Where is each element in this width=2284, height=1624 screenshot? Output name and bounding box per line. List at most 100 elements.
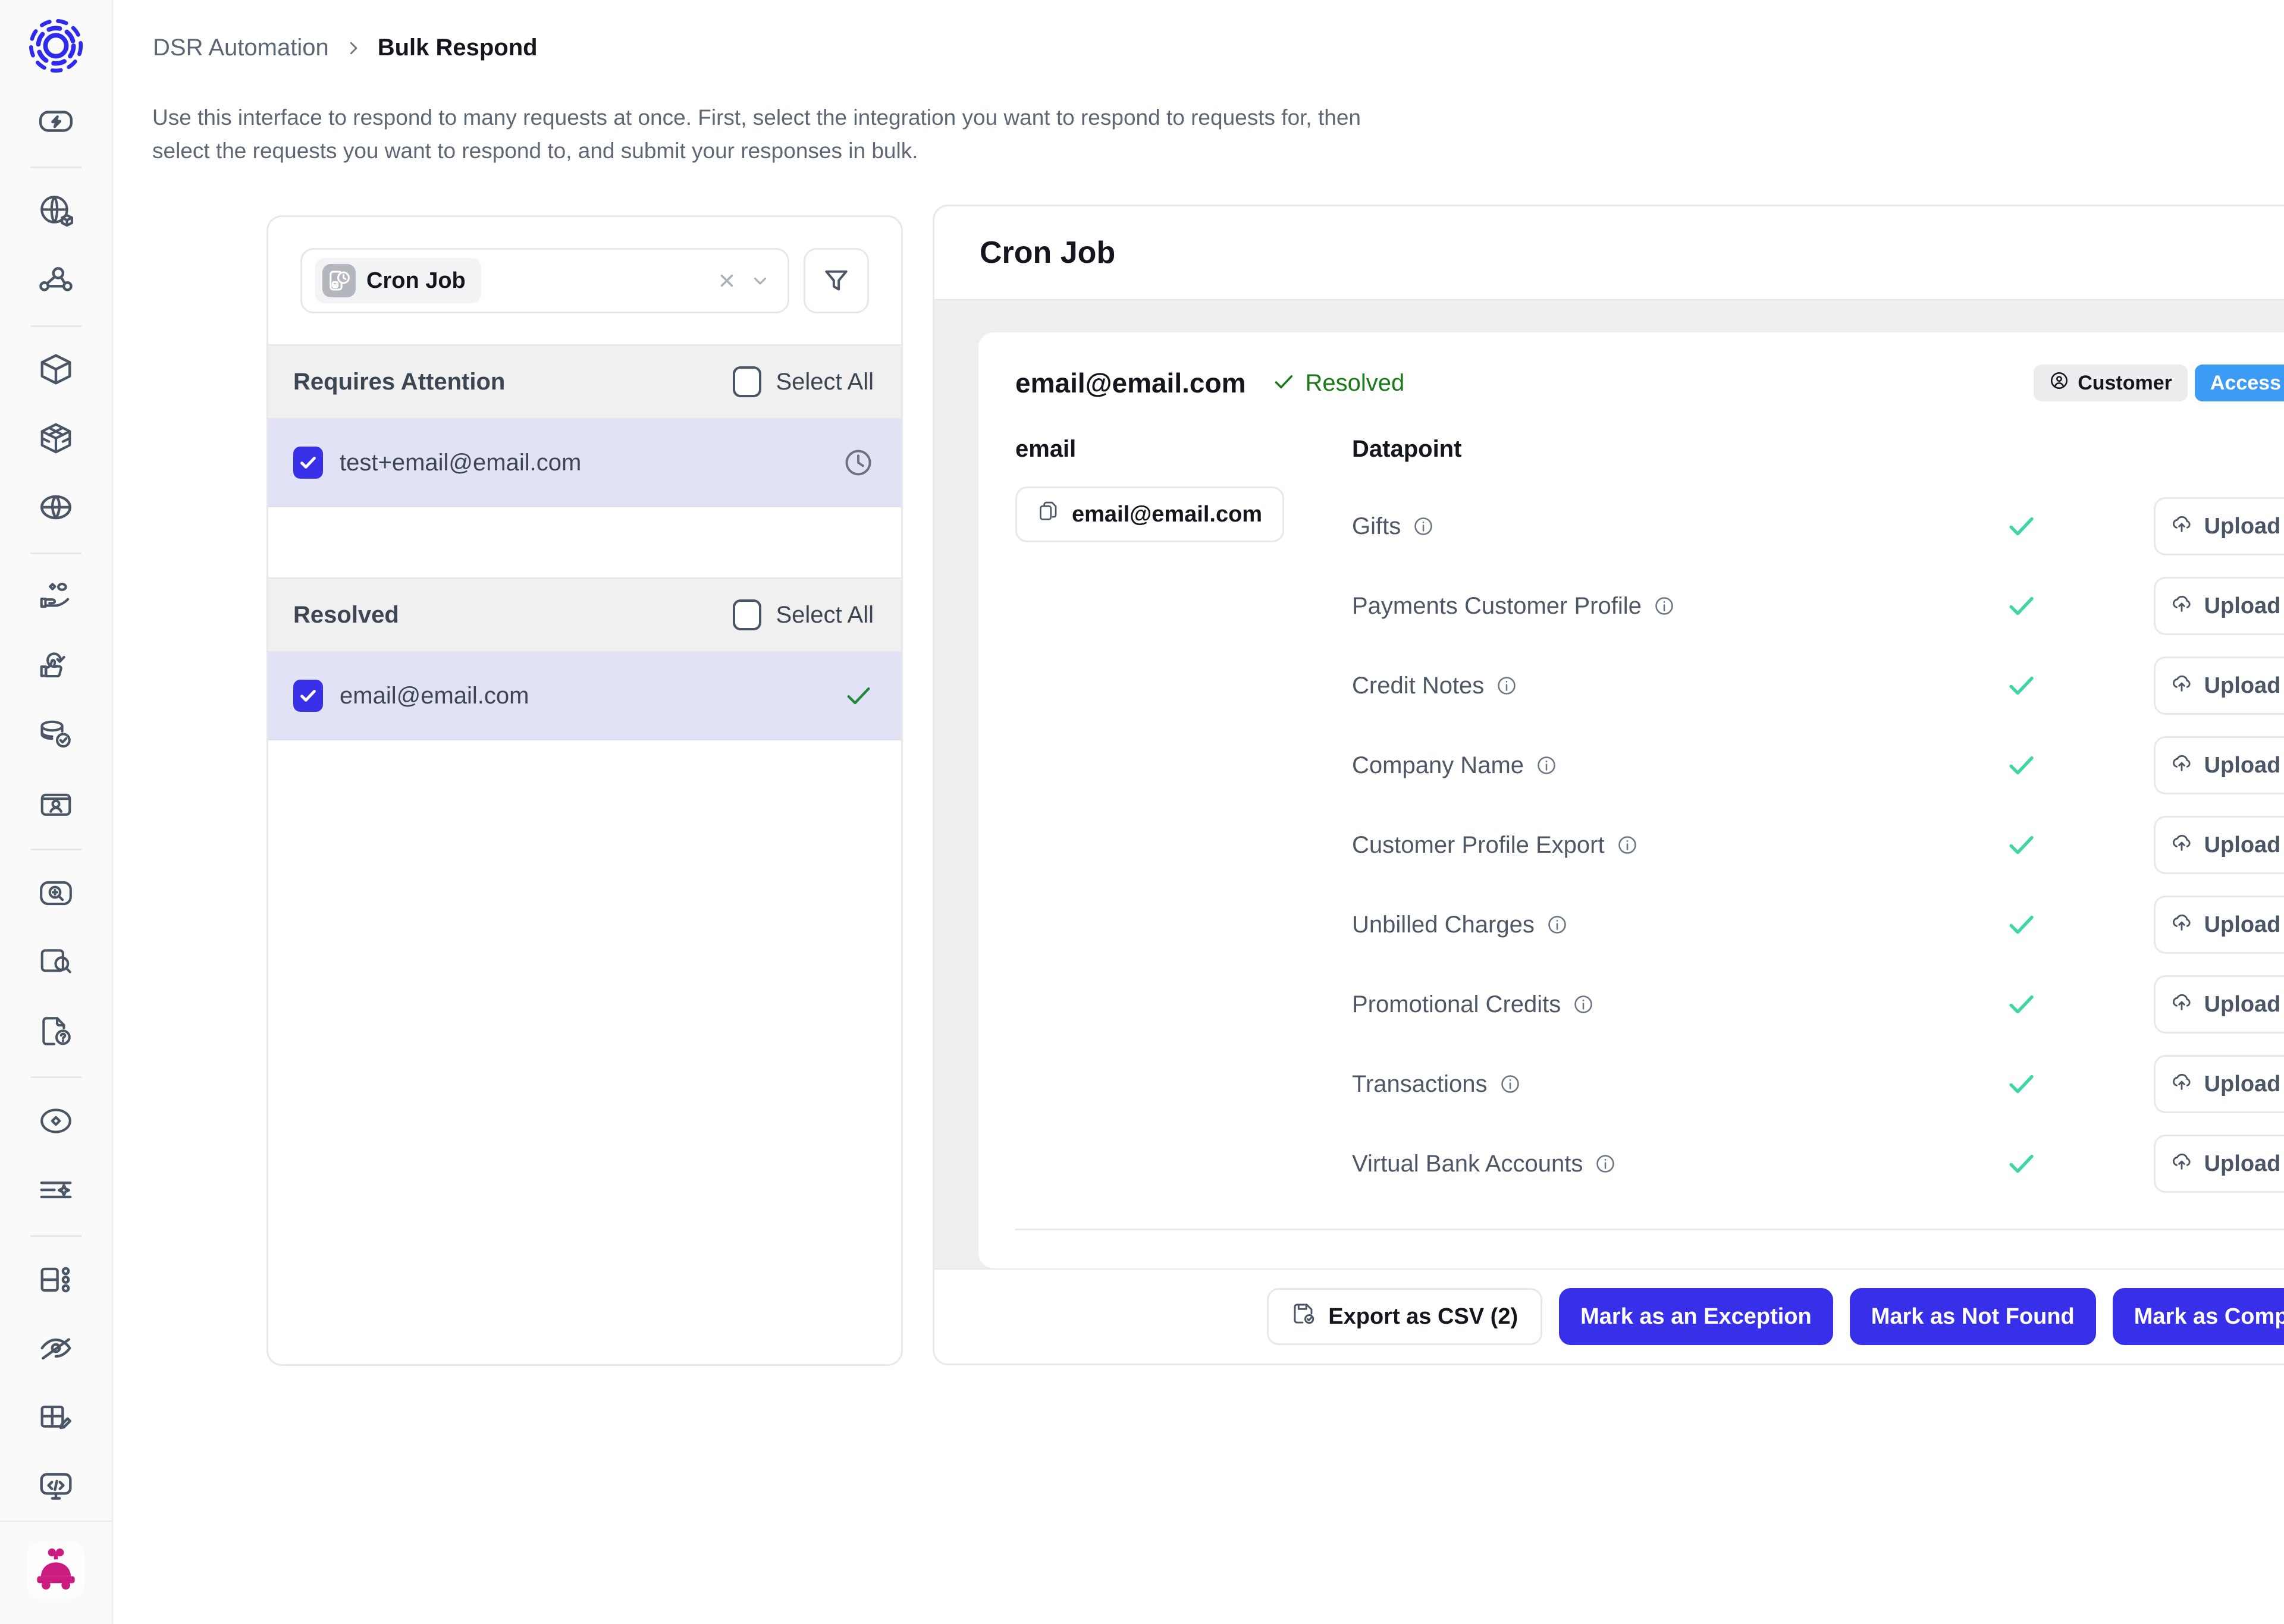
- cloud-upload-icon: [2170, 1149, 2194, 1179]
- email-chip[interactable]: email@email.com: [1015, 486, 1284, 542]
- upload-button-label: Upload: [2204, 514, 2281, 539]
- upload-button[interactable]: Upload: [2154, 497, 2284, 555]
- sidebar-item-templates[interactable]: [29, 1391, 83, 1443]
- compass-icon: [37, 1102, 74, 1139]
- cloud-upload-icon: [2170, 1069, 2194, 1099]
- upload-button[interactable]: Upload: [2154, 1055, 2284, 1113]
- info-icon[interactable]: [1573, 994, 1594, 1015]
- sidebar-item-audit[interactable]: [29, 936, 83, 988]
- upload-button[interactable]: Upload: [2154, 577, 2284, 635]
- info-icon[interactable]: [1654, 595, 1675, 617]
- cloud-upload-icon: [2170, 750, 2194, 780]
- column-header-datapoint: Datapoint: [1352, 436, 1461, 463]
- sidebar-item-activity[interactable]: [29, 95, 83, 147]
- code-monitor-icon: [37, 1468, 74, 1504]
- user-circle-icon: [2049, 370, 2069, 396]
- sidebar-item-developer[interactable]: [29, 1460, 83, 1512]
- sidebar-divider: [30, 167, 81, 168]
- mark-as-not-found-button[interactable]: Mark as Not Found: [1850, 1288, 2096, 1345]
- datapoint-status-check-icon: [2005, 590, 2154, 622]
- upload-button[interactable]: Upload: [2154, 736, 2284, 794]
- node-graph-icon: [37, 262, 74, 299]
- request-list-item[interactable]: email@email.com: [268, 652, 901, 740]
- select-all-resolved[interactable]: Select All: [733, 599, 874, 630]
- sidebar-divider: [30, 1076, 81, 1078]
- export-csv-button[interactable]: Export as CSV (2): [1267, 1288, 1542, 1345]
- sidebar-item-systems[interactable]: [29, 412, 83, 464]
- filter-button[interactable]: [804, 248, 869, 313]
- upload-button-label: Upload: [2204, 992, 2281, 1017]
- datapoint-status-check-icon: [2005, 909, 2154, 941]
- breadcrumb-current-bulk-respond: Bulk Respond: [378, 34, 538, 61]
- mark-as-exception-button[interactable]: Mark as an Exception: [1559, 1288, 1833, 1345]
- datapoint-label: Promotional Credits: [1352, 991, 1561, 1018]
- upload-button-label: Upload: [2204, 1151, 2281, 1177]
- list-filler: [268, 740, 901, 811]
- sidebar-item-masking[interactable]: [29, 1323, 83, 1375]
- datapoint-row: Transactions: [1352, 1044, 2284, 1124]
- upload-button[interactable]: Upload: [2154, 1135, 2284, 1193]
- datapoint-label: Transactions: [1352, 1071, 1488, 1098]
- datapoint-row: Credit Notes: [1352, 646, 2284, 725]
- table-header: email Datapoint: [1015, 436, 2284, 463]
- sidebar-item-approvals[interactable]: [29, 640, 83, 692]
- chevron-down-icon[interactable]: [743, 264, 777, 297]
- datapoint-label: Payments Customer Profile: [1352, 593, 1642, 620]
- info-icon[interactable]: [1595, 1153, 1616, 1174]
- sidebar-item-consent[interactable]: [29, 571, 83, 623]
- request-email: email@email.com: [340, 683, 529, 709]
- info-icon[interactable]: [1499, 1073, 1521, 1095]
- upload-button-label: Upload: [2204, 833, 2281, 858]
- sidebar-item-assistant[interactable]: [29, 1164, 83, 1216]
- record-email: email@email.com: [1015, 367, 1245, 399]
- info-icon[interactable]: [1536, 755, 1557, 776]
- upload-button[interactable]: Upload: [2154, 816, 2284, 874]
- sidebar-item-infrastructure[interactable]: [29, 1254, 83, 1306]
- datapoint-status-check-icon: [2005, 1148, 2154, 1180]
- sidebar-item-discovery[interactable]: [29, 867, 83, 919]
- sidebar-item-requests[interactable]: [29, 1005, 83, 1057]
- upload-button[interactable]: Upload: [2154, 896, 2284, 954]
- datapoint-label-wrap: Credit Notes: [1352, 673, 1517, 699]
- upload-button[interactable]: Upload: [2154, 975, 2284, 1034]
- select-all-requires-attention[interactable]: Select All: [733, 366, 874, 397]
- text-sparkle-icon: [37, 1171, 74, 1208]
- info-icon[interactable]: [1413, 516, 1434, 537]
- upload-button-label: Upload: [2204, 673, 2281, 699]
- breadcrumb-link-dsr-automation[interactable]: DSR Automation: [153, 34, 329, 61]
- database-check-icon: [37, 717, 74, 753]
- checkbox-checked[interactable]: [293, 447, 323, 479]
- sidebar-item-inventory[interactable]: [29, 344, 83, 396]
- datapoint-label: Credit Notes: [1352, 673, 1484, 699]
- upload-button[interactable]: Upload: [2154, 656, 2284, 715]
- selected-integration-tag[interactable]: Cron Job: [315, 258, 481, 303]
- info-icon[interactable]: [1496, 675, 1517, 696]
- request-list-item[interactable]: test+email@email.com: [268, 419, 901, 507]
- sidebar-item-data-map[interactable]: [29, 185, 83, 237]
- integration-select[interactable]: Cron Job: [300, 248, 789, 313]
- sidebar-footer: [0, 1521, 112, 1624]
- layout-edit-icon: [37, 1399, 74, 1435]
- clock-icon: [843, 447, 874, 478]
- sidebar-item-regions[interactable]: [29, 481, 83, 533]
- sidebar-item-identities[interactable]: [29, 778, 83, 830]
- datapoint-row: Promotional Credits: [1352, 965, 2284, 1044]
- mark-as-complete-button[interactable]: Mark as Complete: [2113, 1288, 2284, 1345]
- sidebar-item-navigator[interactable]: [29, 1095, 83, 1147]
- checkbox-unchecked[interactable]: [733, 366, 761, 397]
- avatar[interactable]: [27, 1542, 84, 1599]
- app-logo-icon[interactable]: [23, 13, 89, 78]
- sidebar-item-lineage[interactable]: [29, 254, 83, 306]
- close-icon[interactable]: [710, 264, 743, 297]
- info-icon[interactable]: [1546, 914, 1568, 935]
- request-email: test+email@email.com: [340, 450, 581, 476]
- status-label: Resolved: [1305, 370, 1404, 397]
- checkbox-checked[interactable]: [293, 680, 323, 712]
- sidebar-item-datastores[interactable]: [29, 709, 83, 761]
- checkbox-unchecked[interactable]: [733, 599, 761, 630]
- hand-data-icon: [37, 579, 74, 615]
- info-icon[interactable]: [1617, 834, 1638, 856]
- upload-button-label: Upload: [2204, 753, 2281, 778]
- datapoint-label: Gifts: [1352, 513, 1401, 540]
- datapoint-row: Unbilled Charges: [1352, 885, 2284, 965]
